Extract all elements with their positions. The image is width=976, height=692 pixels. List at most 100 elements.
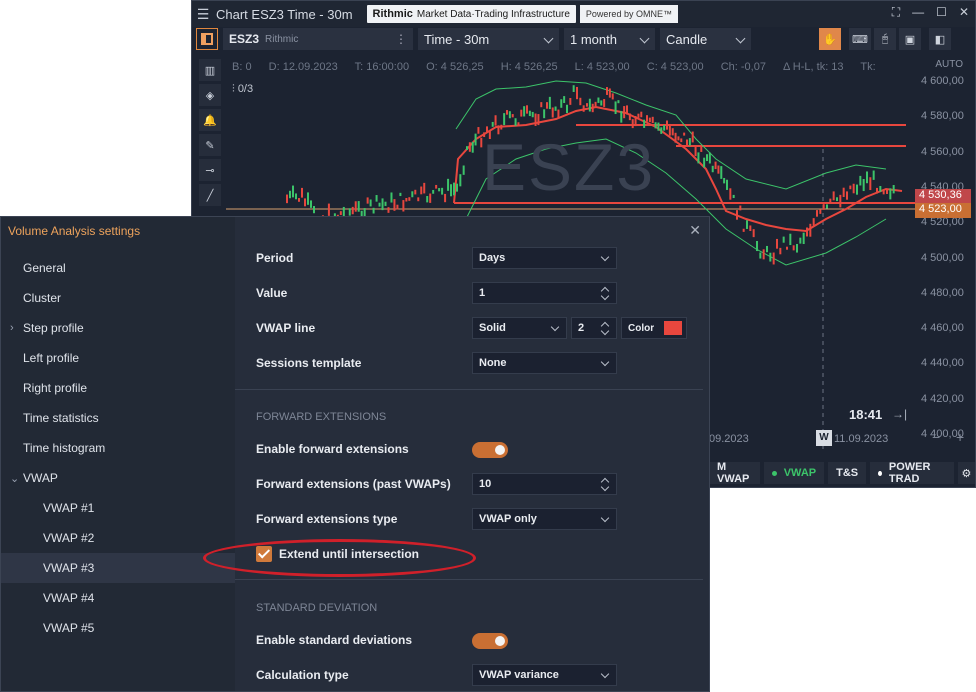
chart-type-select[interactable]: Candle (660, 28, 751, 50)
candle (304, 198, 306, 207)
candle (614, 101, 617, 115)
bottom-button-label: POWER TRAD (888, 461, 931, 485)
candle (474, 133, 477, 146)
symbol-watermark: ESZ3 (482, 130, 656, 204)
trend-line-icon[interactable]: ╱ (199, 184, 221, 206)
close-icon[interactable]: ✕ (689, 222, 701, 239)
chart-toolbar: ESZ3 Rithmic ⋮ Time - 30m 1 month Candle… (192, 27, 975, 51)
layers-icon[interactable]: ◈ (199, 84, 221, 106)
bottom-button-mvwap[interactable]: M VWAP (709, 461, 760, 485)
spinner-arrows-icon[interactable] (600, 285, 610, 301)
forward-past-stepper[interactable]: 10 (472, 473, 617, 495)
gear-icon[interactable]: ⚙ (957, 462, 975, 484)
nav-item-vwap-2[interactable]: VWAP #2 (1, 523, 235, 553)
vwap-line-width-stepper[interactable]: 2 (571, 317, 617, 339)
scroll-to-end-icon[interactable]: →| (892, 407, 907, 421)
period-select[interactable]: 1 month (564, 28, 655, 50)
color-swatch[interactable] (664, 321, 682, 335)
nav-item-general[interactable]: General (1, 253, 235, 283)
candle (648, 117, 651, 123)
candle (503, 113, 506, 126)
chevron-down-icon (639, 33, 650, 44)
indicators-icon[interactable]: ▥ (199, 59, 221, 81)
candle (357, 201, 360, 212)
candle (706, 154, 708, 162)
color-label: Color (628, 322, 655, 334)
enable-forward-toggle[interactable] (472, 442, 508, 458)
pencil-icon[interactable]: ✎ (199, 134, 221, 156)
candle (420, 186, 423, 195)
horizontal-line-icon[interactable]: ⊸ (199, 159, 221, 181)
enable-stddev-toggle[interactable] (472, 633, 508, 649)
nav-item-right-profile[interactable]: Right profile (1, 373, 235, 403)
settings-content: ✕ Period Days Value 1 VWAP line Solid 2 … (235, 217, 709, 691)
panel-toggle-button[interactable] (196, 28, 218, 50)
candle (729, 188, 732, 200)
candle (717, 165, 720, 174)
nav-item-step-profile[interactable]: › Step profile (1, 313, 235, 343)
forward-past-value: 10 (479, 478, 492, 490)
nav-item-time-histogram[interactable]: Time histogram (1, 433, 235, 463)
candle (822, 204, 825, 210)
sessions-template-select[interactable]: None (472, 352, 617, 374)
candle (866, 171, 868, 184)
period-select[interactable]: Days (472, 247, 617, 269)
timeframe-select[interactable]: Time - 30m (418, 28, 559, 50)
more-vertical-icon[interactable]: ⋮ (395, 32, 407, 46)
spinner-arrows-icon[interactable] (600, 320, 610, 336)
nav-item-vwap-5[interactable]: VWAP #5 (1, 613, 235, 643)
template-icon[interactable]: ▣ (899, 28, 921, 50)
bottom-button-vwap[interactable]: VWAP (763, 462, 825, 484)
candle (432, 189, 435, 194)
value-stepper[interactable]: 1 (472, 282, 617, 304)
calc-type-select[interactable]: VWAP variance (472, 664, 617, 686)
timeframe-value: Time - 30m (424, 31, 490, 47)
candle (354, 201, 357, 212)
nav-item-vwap-1[interactable]: VWAP #1 (1, 493, 235, 523)
nav-item-vwap[interactable]: ⌄ VWAP (1, 463, 235, 493)
maximize-icon[interactable]: ☐ (936, 5, 947, 20)
candle (286, 194, 288, 204)
chevron-down-icon (600, 252, 610, 262)
symbol-selector[interactable]: ESZ3 Rithmic ⋮ (223, 28, 413, 50)
fullscreen-icon[interactable]: ⛶ (892, 5, 900, 20)
nav-item-vwap-4[interactable]: VWAP #4 (1, 583, 235, 613)
candle (762, 249, 765, 260)
close-icon[interactable]: ✕ (959, 5, 969, 20)
bottom-button-ts[interactable]: T&S (828, 462, 867, 484)
chart-titlebar: ☰ Chart ESZ3 Time - 30m Rithmic Market Da… (192, 1, 975, 27)
price-axis-label: 4 580,00 (921, 110, 964, 123)
settings-sidebar: Volume Analysis settings General Cluster… (1, 217, 235, 691)
hand-tool-icon[interactable]: ✋ (819, 28, 841, 50)
price-axis[interactable]: 4 600,00 4 580,00 4 560,00 4 540,00 4 520,00… (915, 69, 975, 440)
vwap-color-picker[interactable]: Color (621, 317, 687, 339)
candle (856, 184, 858, 195)
side-panel-icon[interactable]: ◧ (929, 28, 951, 50)
bottom-button-power-trades[interactable]: POWER TRAD (870, 461, 954, 485)
alert-bell-icon[interactable]: 🔔 (199, 109, 221, 131)
candle (393, 199, 396, 211)
keyboard-icon[interactable]: ⌨ (849, 28, 871, 50)
minimize-icon[interactable]: — (912, 5, 924, 20)
candle (456, 183, 458, 192)
hamburger-icon[interactable]: ☰ (192, 6, 214, 23)
vwap-line-style-select[interactable]: Solid (472, 317, 567, 339)
zoom-out-icon[interactable]: − (932, 429, 940, 445)
nav-item-cluster[interactable]: Cluster (1, 283, 235, 313)
nav-item-vwap-3[interactable]: VWAP #3 (1, 553, 235, 583)
chevron-right-icon[interactable]: › (10, 322, 14, 334)
extend-until-intersection-label[interactable]: Extend until intersection (279, 547, 419, 561)
candle (657, 122, 660, 131)
chevron-down-icon[interactable]: ⌄ (10, 472, 19, 485)
candle (776, 238, 778, 249)
candle (543, 109, 546, 119)
nav-item-time-statistics[interactable]: Time statistics (1, 403, 235, 433)
zoom-in-icon[interactable]: + (956, 429, 964, 445)
mouse-icon[interactable]: 🖰 (874, 28, 896, 50)
symbol-source: Rithmic (265, 33, 299, 45)
spinner-arrows-icon[interactable] (600, 476, 610, 492)
nav-item-left-profile[interactable]: Left profile (1, 343, 235, 373)
candle (752, 229, 755, 238)
forward-type-select[interactable]: VWAP only (472, 508, 617, 530)
extend-until-intersection-checkbox[interactable] (256, 546, 272, 562)
